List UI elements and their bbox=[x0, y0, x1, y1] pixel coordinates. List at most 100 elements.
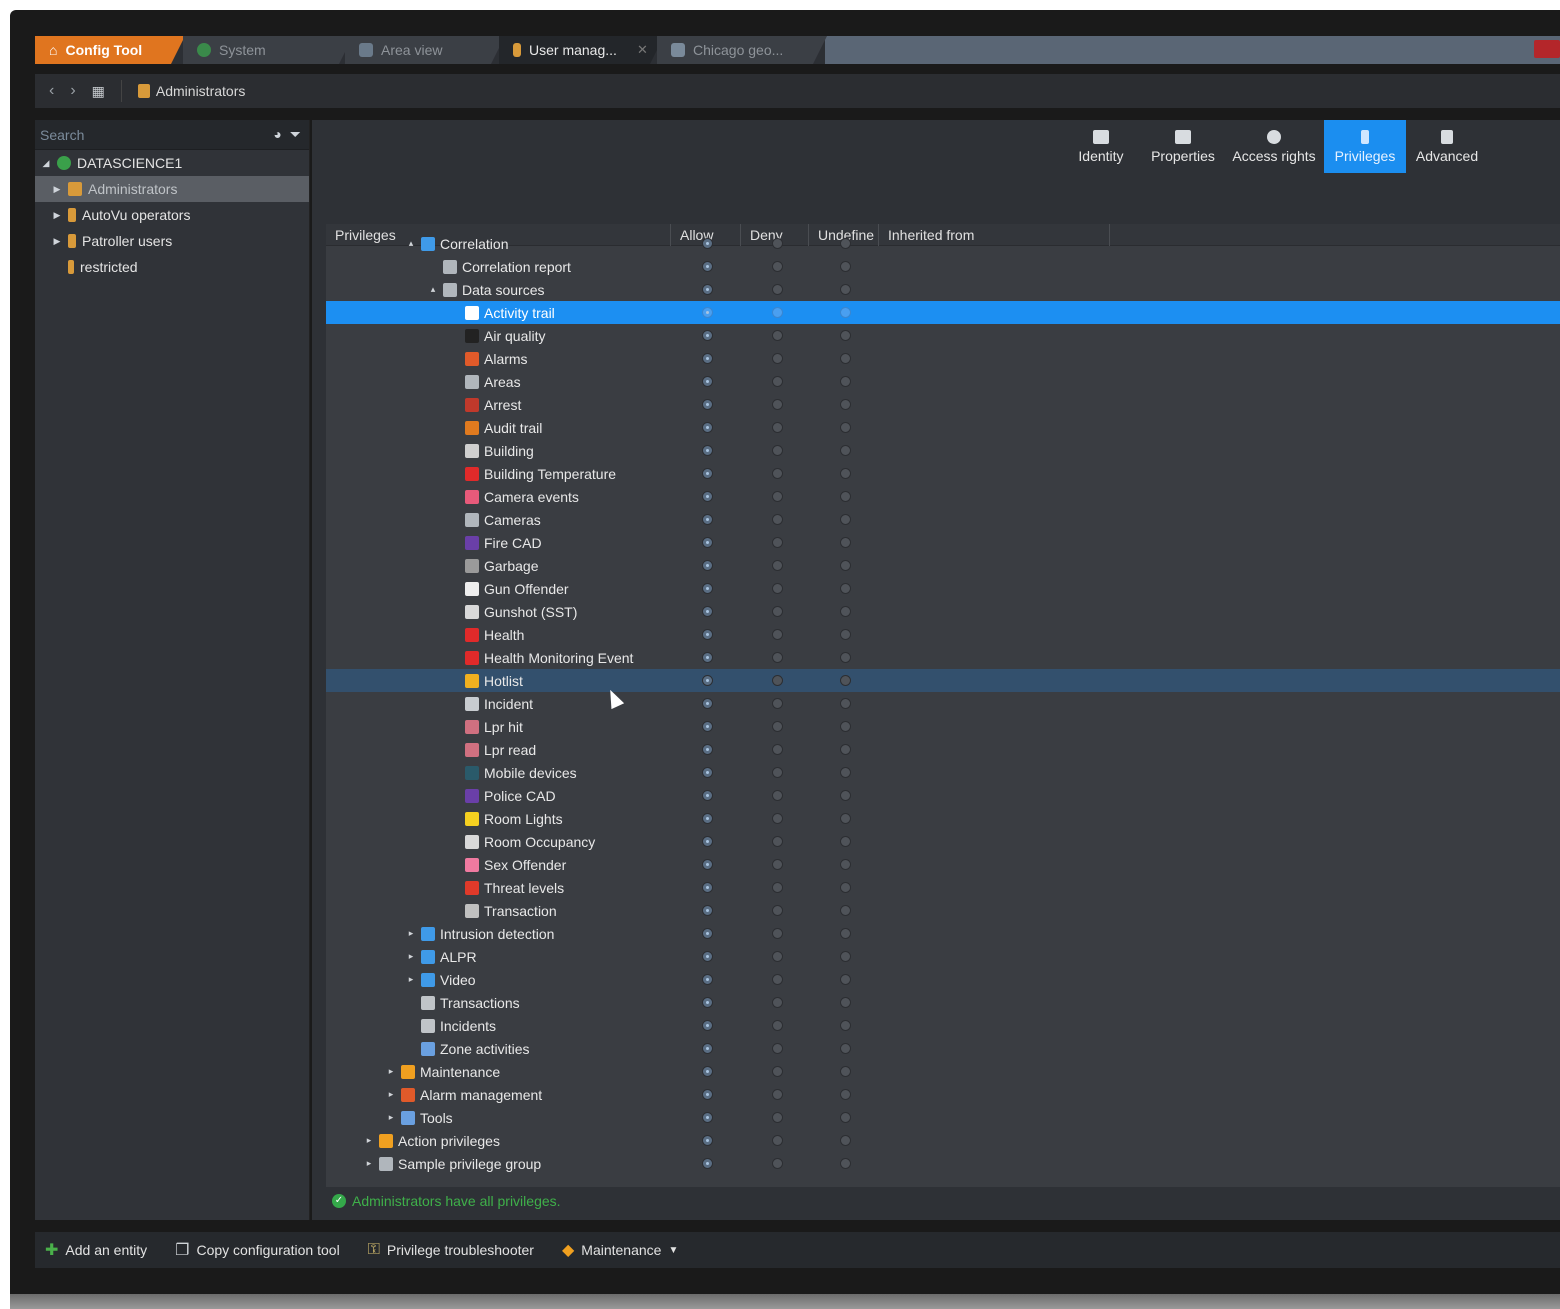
deny-radio[interactable] bbox=[772, 307, 783, 318]
allow-radio[interactable] bbox=[702, 790, 713, 801]
tab-system[interactable]: System bbox=[183, 36, 353, 64]
deny-radio[interactable] bbox=[772, 583, 783, 594]
deny-radio[interactable] bbox=[772, 399, 783, 410]
undefine-radio[interactable] bbox=[840, 928, 851, 939]
breadcrumb[interactable]: Administrators bbox=[137, 83, 245, 99]
undefine-radio[interactable] bbox=[840, 1112, 851, 1123]
allow-radio[interactable] bbox=[702, 422, 713, 433]
undefine-radio[interactable] bbox=[840, 721, 851, 732]
deny-radio[interactable] bbox=[772, 1112, 783, 1123]
privilege-row[interactable]: Threat levels bbox=[326, 876, 1560, 899]
allow-radio[interactable] bbox=[702, 1112, 713, 1123]
tab-user-management[interactable]: User manag... ✕ bbox=[499, 36, 664, 64]
undefine-radio[interactable] bbox=[840, 514, 851, 525]
allow-radio[interactable] bbox=[702, 399, 713, 410]
deny-radio[interactable] bbox=[772, 790, 783, 801]
allow-radio[interactable] bbox=[702, 744, 713, 755]
privilege-row[interactable]: Hotlist bbox=[326, 669, 1560, 692]
undefine-radio[interactable] bbox=[840, 629, 851, 640]
expand-caret-icon[interactable]: ▸ bbox=[386, 1089, 396, 1100]
undefine-radio[interactable] bbox=[840, 491, 851, 502]
allow-radio[interactable] bbox=[702, 698, 713, 709]
privilege-row[interactable]: Building Temperature bbox=[326, 462, 1560, 485]
undefine-radio[interactable] bbox=[840, 652, 851, 663]
deny-radio[interactable] bbox=[772, 1158, 783, 1169]
deny-radio[interactable] bbox=[772, 675, 783, 686]
allow-radio[interactable] bbox=[702, 1020, 713, 1031]
expand-caret-icon[interactable]: ▸ bbox=[386, 1112, 396, 1123]
undefine-radio[interactable] bbox=[840, 445, 851, 456]
undefine-radio[interactable] bbox=[840, 1020, 851, 1031]
privilege-row[interactable]: Incidents bbox=[326, 1014, 1560, 1037]
allow-radio[interactable] bbox=[702, 859, 713, 870]
undefine-radio[interactable] bbox=[840, 238, 851, 249]
deny-radio[interactable] bbox=[772, 698, 783, 709]
deny-radio[interactable] bbox=[772, 330, 783, 341]
allow-radio[interactable] bbox=[702, 1158, 713, 1169]
deny-radio[interactable] bbox=[772, 1089, 783, 1100]
undefine-radio[interactable] bbox=[840, 583, 851, 594]
deny-radio[interactable] bbox=[772, 997, 783, 1008]
allow-radio[interactable] bbox=[702, 997, 713, 1008]
tab-properties[interactable]: Properties bbox=[1142, 120, 1224, 173]
allow-radio[interactable] bbox=[702, 284, 713, 295]
privilege-row[interactable]: ▸ Maintenance bbox=[326, 1060, 1560, 1083]
forward-arrow-icon[interactable]: › bbox=[70, 82, 75, 100]
globe-search-icon[interactable]: ◕ bbox=[273, 126, 281, 143]
privilege-row[interactable]: Correlation report bbox=[326, 255, 1560, 278]
undefine-radio[interactable] bbox=[840, 859, 851, 870]
undefine-radio[interactable] bbox=[840, 767, 851, 778]
privilege-row[interactable]: ▸ Sample privilege group bbox=[326, 1152, 1560, 1175]
allow-radio[interactable] bbox=[702, 1066, 713, 1077]
filter-icon[interactable]: ⏷ bbox=[290, 126, 301, 143]
deny-radio[interactable] bbox=[772, 767, 783, 778]
allow-radio[interactable] bbox=[702, 330, 713, 341]
expand-caret-icon[interactable]: ▸ bbox=[406, 951, 416, 962]
deny-radio[interactable] bbox=[772, 836, 783, 847]
deny-radio[interactable] bbox=[772, 514, 783, 525]
expand-caret-icon[interactable]: ▶ bbox=[52, 236, 62, 247]
tab-identity[interactable]: Identity bbox=[1060, 120, 1142, 173]
tab-config-tool[interactable]: ⌂ Config Tool bbox=[35, 36, 185, 64]
undefine-radio[interactable] bbox=[840, 905, 851, 916]
undefine-radio[interactable] bbox=[840, 1158, 851, 1169]
expand-caret-icon[interactable]: ▴ bbox=[428, 284, 438, 295]
undefine-radio[interactable] bbox=[840, 1135, 851, 1146]
deny-radio[interactable] bbox=[772, 882, 783, 893]
tab-advanced[interactable]: Advanced bbox=[1406, 120, 1488, 173]
allow-radio[interactable] bbox=[702, 261, 713, 272]
undefine-radio[interactable] bbox=[840, 1043, 851, 1054]
undefine-radio[interactable] bbox=[840, 399, 851, 410]
deny-radio[interactable] bbox=[772, 744, 783, 755]
allow-radio[interactable] bbox=[702, 307, 713, 318]
back-arrow-icon[interactable]: ‹ bbox=[49, 82, 54, 100]
deny-radio[interactable] bbox=[772, 1020, 783, 1031]
close-icon[interactable]: ✕ bbox=[637, 42, 648, 58]
deny-radio[interactable] bbox=[772, 491, 783, 502]
deny-radio[interactable] bbox=[772, 629, 783, 640]
home-view-icon[interactable]: ▦ bbox=[92, 83, 105, 100]
undefine-radio[interactable] bbox=[840, 261, 851, 272]
allow-radio[interactable] bbox=[702, 353, 713, 364]
allow-radio[interactable] bbox=[702, 882, 713, 893]
search-input[interactable] bbox=[40, 126, 240, 143]
allow-radio[interactable] bbox=[702, 1043, 713, 1054]
expand-caret-icon[interactable]: ▸ bbox=[386, 1066, 396, 1077]
privilege-row[interactable]: Room Lights bbox=[326, 807, 1560, 830]
undefine-radio[interactable] bbox=[840, 560, 851, 571]
undefine-radio[interactable] bbox=[840, 882, 851, 893]
allow-radio[interactable] bbox=[702, 491, 713, 502]
undefine-radio[interactable] bbox=[840, 1066, 851, 1077]
allow-radio[interactable] bbox=[702, 238, 713, 249]
allow-radio[interactable] bbox=[702, 928, 713, 939]
privilege-row[interactable]: Arrest bbox=[326, 393, 1560, 416]
deny-radio[interactable] bbox=[772, 813, 783, 824]
undefine-radio[interactable] bbox=[840, 836, 851, 847]
collapse-caret-icon[interactable]: ◢ bbox=[41, 158, 51, 169]
allow-radio[interactable] bbox=[702, 675, 713, 686]
allow-radio[interactable] bbox=[702, 652, 713, 663]
undefine-radio[interactable] bbox=[840, 974, 851, 985]
undefine-radio[interactable] bbox=[840, 537, 851, 548]
undefine-radio[interactable] bbox=[840, 951, 851, 962]
maintenance-menu-button[interactable]: ◆ Maintenance ▼ bbox=[562, 1240, 678, 1260]
